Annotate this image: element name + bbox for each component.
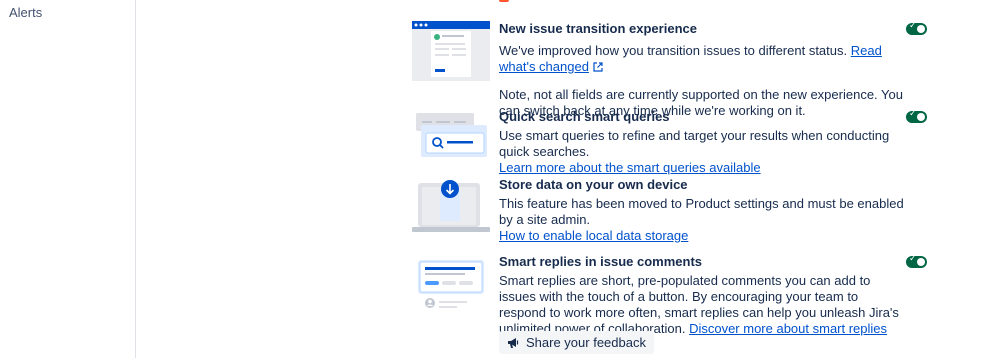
download-device-illustration <box>412 177 490 237</box>
quick-search-toggle[interactable]: ✓ <box>906 109 927 123</box>
feature-description: Use smart queries to refine and target y… <box>499 128 890 159</box>
feature-description: We've improved how you transition issues… <box>499 43 848 58</box>
new-issue-transition-toggle[interactable]: ✓ <box>906 21 927 35</box>
smart-replies-illustration <box>412 258 490 314</box>
megaphone-icon <box>507 336 520 349</box>
external-link-icon <box>592 60 603 76</box>
feature-description: This feature has been moved to Product s… <box>499 196 904 227</box>
share-feedback-label: Share your feedback <box>526 335 646 350</box>
check-icon: ✓ <box>909 254 917 264</box>
feature-title: Smart replies in issue comments <box>499 254 703 269</box>
learn-more-smart-queries-link[interactable]: Learn more about the smart queries avail… <box>499 160 761 175</box>
check-icon: ✓ <box>909 109 917 119</box>
sidebar-item-alerts[interactable]: Alerts <box>9 5 42 20</box>
discover-smart-replies-link[interactable]: Discover more about smart replies <box>689 321 887 336</box>
feature-title: Store data on your own device <box>499 177 688 192</box>
feature-title: Quick search smart queries <box>499 109 670 124</box>
feature-store-data: Store data on your own device This featu… <box>412 177 972 243</box>
transition-illustration <box>412 21 490 81</box>
feature-smart-replies: Smart replies in issue comments Smart re… <box>412 254 972 354</box>
smart-query-illustration <box>412 111 490 171</box>
smart-replies-toggle[interactable]: ✓ <box>906 254 927 268</box>
feature-new-issue-transition: New issue transition experience We've im… <box>412 21 972 118</box>
feature-title: New issue transition experience <box>499 21 697 36</box>
partial-feature-icon <box>499 0 509 2</box>
feature-quick-search: Quick search smart queries Use smart que… <box>412 109 972 175</box>
enable-local-storage-link[interactable]: How to enable local data storage <box>499 228 688 243</box>
check-icon: ✓ <box>909 21 917 31</box>
share-feedback-button[interactable]: Share your feedback <box>499 331 654 354</box>
sidebar: Alerts <box>0 0 136 358</box>
